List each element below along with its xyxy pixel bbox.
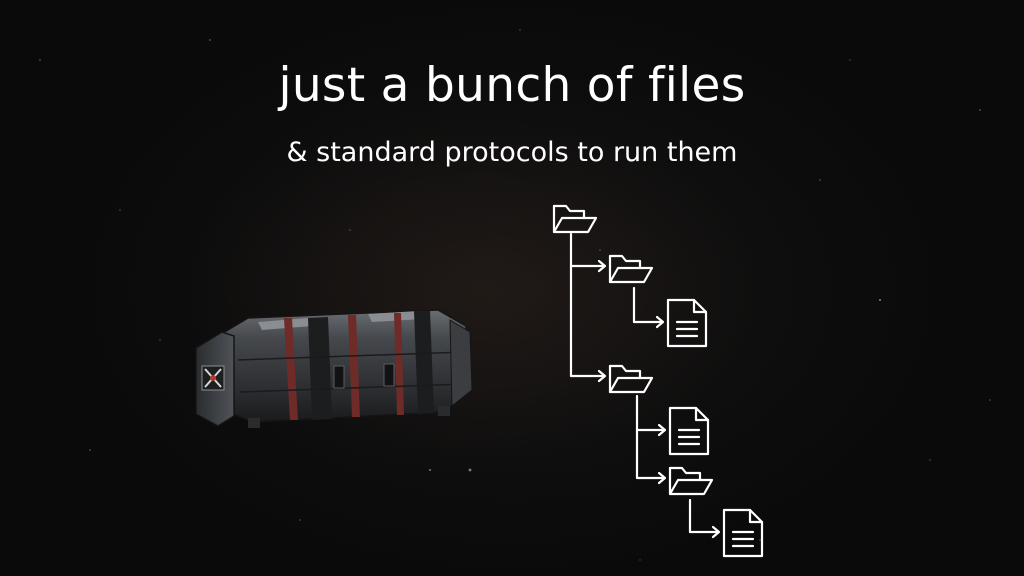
slide-title: just a bunch of files bbox=[278, 58, 746, 113]
cargo-container-image bbox=[195, 309, 473, 428]
folder-icon bbox=[668, 466, 714, 496]
file-icon bbox=[668, 406, 710, 456]
file-icon bbox=[666, 298, 708, 348]
folder-icon bbox=[608, 364, 654, 394]
slide-subtitle: & standard protocols to run them bbox=[286, 137, 738, 168]
file-tree-diagram bbox=[552, 204, 764, 558]
folder-icon bbox=[552, 204, 598, 234]
file-icon bbox=[722, 508, 764, 558]
folder-icon bbox=[608, 254, 654, 284]
